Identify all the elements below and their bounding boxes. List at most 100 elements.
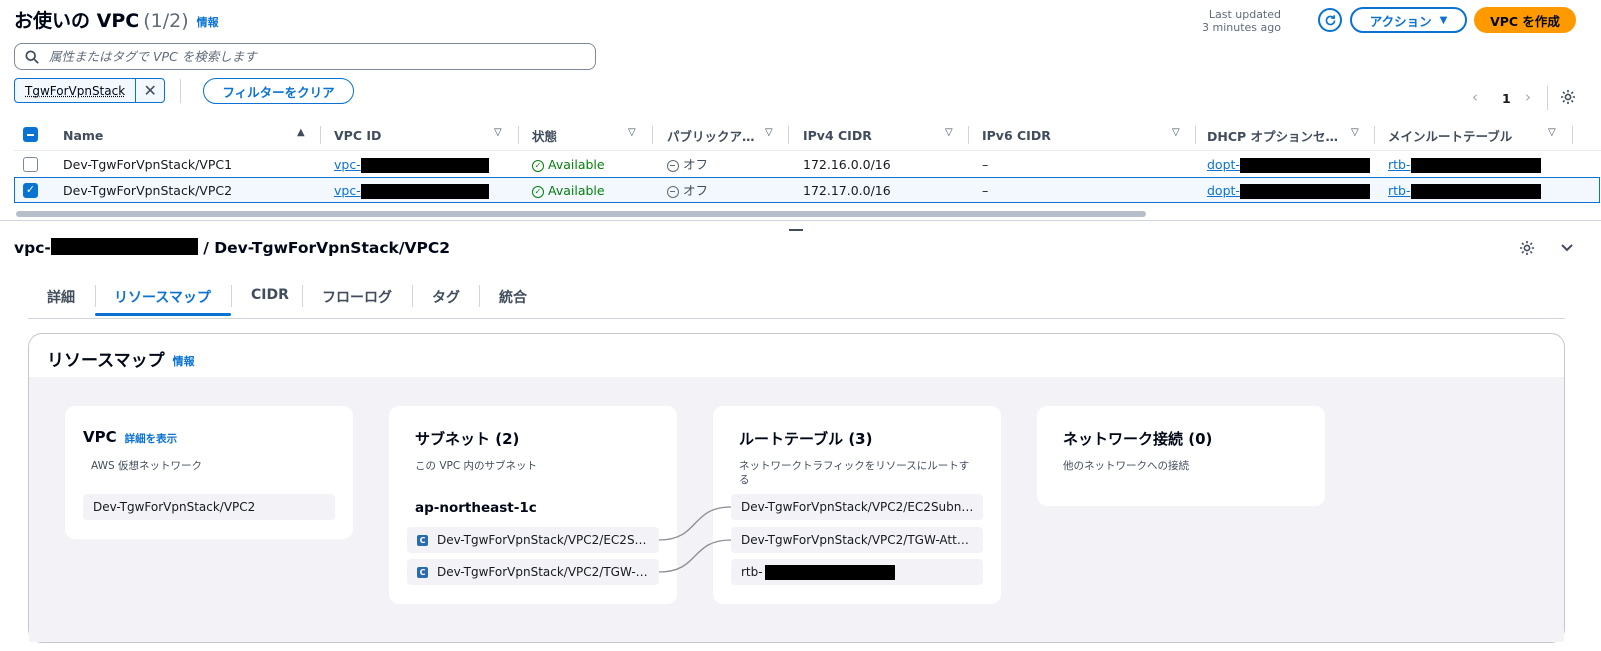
column-header-public[interactable]: パブリックア… xyxy=(667,124,755,146)
minus-circle-icon xyxy=(667,185,679,198)
page-number[interactable]: 1 xyxy=(1502,91,1511,106)
gear-icon[interactable] xyxy=(1560,89,1576,105)
vpc-id-text[interactable]: vpc- xyxy=(334,183,361,198)
chevron-down-icon[interactable] xyxy=(1560,243,1574,253)
vpc-card-title: VPC 詳細を表示 xyxy=(83,428,177,446)
column-header-ipv6[interactable]: IPv6 CIDR xyxy=(982,124,1051,146)
chevron-left-icon[interactable]: ‹ xyxy=(1472,88,1478,106)
tab-cidr[interactable]: CIDR xyxy=(251,287,289,303)
caret-down-icon: ▼ xyxy=(1439,14,1448,26)
rtb-text[interactable]: rtb- xyxy=(1388,157,1411,172)
horizontal-scrollbar[interactable] xyxy=(16,211,1146,217)
subnet-item-label: Dev-TgwForVpnStack/VPC2/TGW-… xyxy=(437,565,648,579)
column-header-state[interactable]: 状態 xyxy=(532,124,557,146)
refresh-button[interactable] xyxy=(1318,8,1342,32)
split-panel-handle[interactable] xyxy=(789,229,803,231)
dhcp-text[interactable]: dopt- xyxy=(1207,183,1240,198)
search-input[interactable] xyxy=(47,48,571,65)
tab-flow-logs[interactable]: フローログ xyxy=(322,287,392,307)
route-tables-subtitle-line: ネットワークトラフィックをリソースにルートす xyxy=(739,460,970,472)
sort-asc-icon[interactable]: ▲ xyxy=(297,127,305,138)
main-rtb-link[interactable]: rtb- xyxy=(1388,157,1541,173)
tab-details[interactable]: 詳細 xyxy=(47,287,75,307)
column-divider[interactable] xyxy=(1374,126,1375,144)
redacted-block xyxy=(360,184,489,199)
create-vpc-button[interactable]: VPC を作成 xyxy=(1474,7,1576,33)
tab-resource-map[interactable]: リソースマップ xyxy=(114,287,211,307)
ipv6-cidr: – xyxy=(982,183,989,198)
filter-token-label[interactable]: TgwForVpnStack xyxy=(15,79,135,102)
subnet-item[interactable]: C Dev-TgwForVpnStack/VPC2/TGW-… xyxy=(407,559,659,585)
detail-vpc-name: / Dev-TgwForVpnStack/VPC2 xyxy=(203,239,451,257)
caret-down-icon[interactable]: ▽ xyxy=(1548,127,1556,138)
column-divider[interactable] xyxy=(320,126,321,144)
caret-down-icon[interactable]: ▽ xyxy=(1351,127,1359,138)
actions-label: アクション xyxy=(1369,13,1432,29)
info-link[interactable]: 情報 xyxy=(197,16,219,29)
gear-icon[interactable] xyxy=(1519,240,1535,256)
column-divider[interactable] xyxy=(1195,126,1196,144)
vpc-id-link[interactable]: vpc- xyxy=(334,183,489,199)
route-table-item[interactable]: Dev-TgwForVpnStack/VPC2/EC2Subn… xyxy=(731,494,983,520)
column-divider[interactable] xyxy=(788,126,789,144)
vpc-id-link[interactable]: vpc- xyxy=(334,157,489,173)
vpc-item[interactable]: Dev-TgwForVpnStack/VPC2 xyxy=(83,494,335,520)
resource-map-title: リソースマップ xyxy=(47,351,165,371)
dhcp-link[interactable]: dopt- xyxy=(1207,157,1370,173)
route-table-item[interactable]: Dev-TgwForVpnStack/VPC2/TGW-Att… xyxy=(731,527,983,553)
subnet-item[interactable]: C Dev-TgwForVpnStack/VPC2/EC2S… xyxy=(407,527,659,553)
active-tab-indicator xyxy=(95,313,231,316)
row-checkbox[interactable] xyxy=(23,157,38,172)
column-divider[interactable] xyxy=(652,126,653,144)
column-divider[interactable] xyxy=(1572,126,1573,144)
detail-vpc-id: vpc- xyxy=(14,239,51,257)
vpc-card-title-text: VPC xyxy=(83,428,117,446)
column-divider[interactable] xyxy=(518,126,519,144)
last-updated-label: Last updated xyxy=(1208,8,1281,21)
actions-dropdown-button[interactable]: アクション ▼ xyxy=(1350,7,1467,33)
status-text: Available xyxy=(548,183,605,198)
column-header-name[interactable]: Name xyxy=(63,124,103,146)
network-connections-card xyxy=(1037,406,1325,506)
search-icon xyxy=(25,49,39,64)
clear-filters-button[interactable]: フィルターをクリア xyxy=(203,78,354,104)
selection-count: (1/2) xyxy=(143,10,189,32)
column-divider[interactable] xyxy=(968,126,969,144)
column-header-main-rtb[interactable]: メインルートテーブル xyxy=(1388,124,1512,146)
route-table-item-label: rtb- xyxy=(741,565,763,579)
chevron-right-icon[interactable]: › xyxy=(1525,88,1531,106)
search-bar xyxy=(14,43,596,70)
public-access: オフ xyxy=(667,157,708,173)
main-rtb-link[interactable]: rtb- xyxy=(1388,183,1541,199)
column-header-vpc-id[interactable]: VPC ID xyxy=(334,124,381,146)
status-badge: ✓ Available xyxy=(532,157,605,173)
row-checkbox[interactable]: ✓ xyxy=(23,183,38,198)
rtb-text[interactable]: rtb- xyxy=(1388,183,1411,198)
route-table-item[interactable]: rtb- xyxy=(731,559,983,585)
vpc-card-subtitle: AWS 仮想ネットワーク xyxy=(91,460,202,472)
public-access-text: オフ xyxy=(683,157,709,172)
redacted-block xyxy=(50,238,198,255)
column-header-ipv4[interactable]: IPv4 CIDR xyxy=(803,124,872,146)
caret-down-icon[interactable]: ▽ xyxy=(628,127,636,138)
close-icon[interactable]: ✕ xyxy=(135,79,164,102)
route-tables-card-subtitle: ネットワークトラフィックをリソースにルートす る xyxy=(739,459,969,487)
caret-down-icon[interactable]: ▽ xyxy=(945,127,953,138)
tab-divider xyxy=(231,285,232,307)
caret-down-icon[interactable]: ▽ xyxy=(765,127,773,138)
subnet-icon: C xyxy=(417,566,428,578)
column-header-dhcp[interactable]: DHCP オプションセ… xyxy=(1207,124,1338,146)
caret-down-icon[interactable]: ▽ xyxy=(494,127,502,138)
select-all-checkbox[interactable] xyxy=(23,127,38,142)
tab-integrations[interactable]: 統合 xyxy=(499,287,527,307)
dhcp-text[interactable]: dopt- xyxy=(1207,157,1240,172)
last-updated: Last updated 3 minutes ago xyxy=(1202,8,1281,34)
caret-down-icon[interactable]: ▽ xyxy=(1172,127,1180,138)
tab-tags[interactable]: タグ xyxy=(432,287,460,307)
status-text: Available xyxy=(548,157,605,172)
vpc-id-text[interactable]: vpc- xyxy=(334,157,361,172)
dhcp-link[interactable]: dopt- xyxy=(1207,183,1370,199)
subnet-item-label: Dev-TgwForVpnStack/VPC2/EC2S… xyxy=(437,533,647,547)
info-link[interactable]: 情報 xyxy=(173,355,195,368)
view-details-link[interactable]: 詳細を表示 xyxy=(125,433,178,445)
